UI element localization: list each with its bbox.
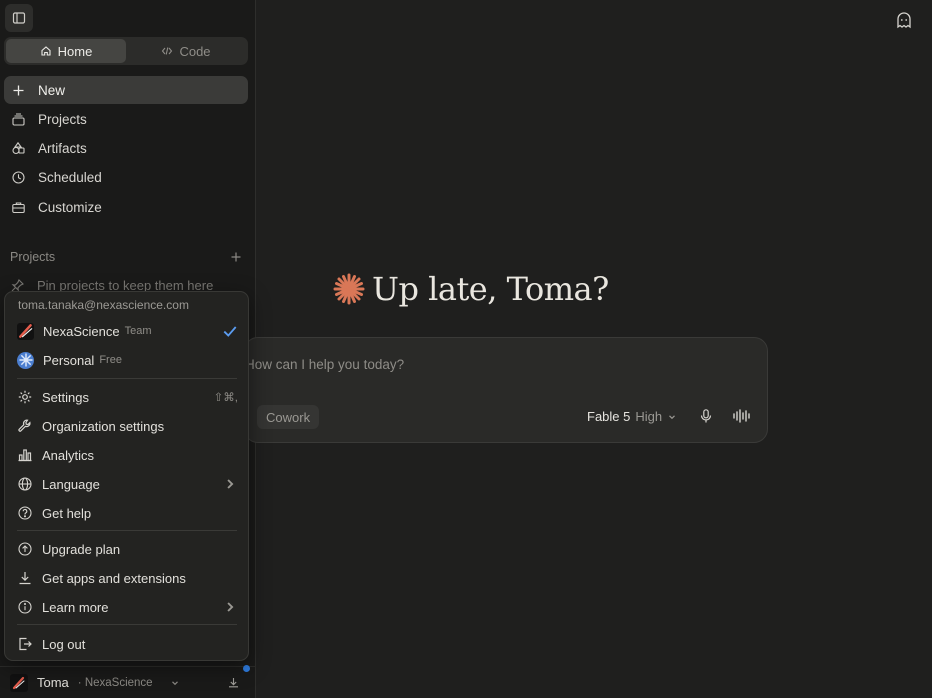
microphone-icon[interactable] [698,408,714,424]
menu-item-organization-settings[interactable]: Organization settings [13,413,242,439]
cowork-button[interactable]: Cowork [257,405,320,429]
menu-item-log-out[interactable]: Log out [13,631,242,657]
account-personal[interactable]: Personal Free [13,347,242,373]
menu-item-upgrade-plan[interactable]: Upgrade plan [13,536,242,562]
menu-item-get-apps[interactable]: Get apps and extensions [13,565,242,591]
sidebar-item-label: Scheduled [38,170,102,186]
sidebar-nav: New Projects Artifacts Scheduled Customi… [4,76,248,222]
tab-code[interactable]: Code [126,39,246,63]
tab-home-label: Home [57,43,93,59]
sidebar-item-label: Artifacts [38,141,87,157]
menu-item-label: Get apps and extensions [42,570,186,586]
nexascience-logo-icon [12,676,25,689]
account-menu: toma.tanaka@nexascience.com NexaScience … [4,291,249,661]
model-selector[interactable]: Fable 5 High [587,409,677,424]
projects-icon [12,113,25,126]
sidebar-item-customize[interactable]: Customize [4,193,248,221]
account-nexascience[interactable]: NexaScience Team [13,318,242,344]
composer: How can I help you today? Cowork Fable 5… [244,337,768,443]
add-project-icon[interactable] [230,251,242,263]
personal-avatar [17,351,34,369]
briefcase-icon [12,202,25,213]
gear-icon [18,390,32,404]
menu-item-label: Get help [42,505,92,521]
menu-divider [17,530,237,531]
artifacts-icon [12,141,25,155]
user-org: · NexaScience [77,676,153,689]
check-icon [223,326,237,337]
chevron-right-icon [227,602,234,612]
sidebar-item-new[interactable]: New [4,76,248,104]
home-code-switch: Home Code [4,37,248,65]
avatar [10,673,28,692]
menu-item-label: Language [42,476,100,492]
menu-item-label: Settings [42,389,89,405]
tab-code-label: Code [179,43,211,59]
nexascience-logo-icon [18,324,32,338]
account-name: NexaScience [43,323,120,339]
sidebar-toggle-button[interactable] [5,4,33,32]
menu-divider [17,378,237,379]
globe-icon [18,477,32,491]
wrench-icon [18,419,31,432]
sidebar-item-projects[interactable]: Projects [4,105,248,133]
menu-item-language[interactable]: Language [13,471,242,497]
menu-item-label: Learn more [42,599,109,615]
log-out-icon [19,637,32,651]
notification-dot [243,665,250,672]
menu-item-learn-more[interactable]: Learn more [13,594,242,620]
account-email: toma.tanaka@nexascience.com [18,298,189,312]
help-icon [18,506,32,520]
bar-chart-icon [18,449,32,462]
org-avatar [17,322,34,340]
account-switcher[interactable]: Toma · NexaScience [0,666,256,698]
chevron-down-icon [669,414,676,419]
personal-avatar-icon [18,353,33,367]
home-icon [41,46,51,56]
menu-item-get-help[interactable]: Get help [13,500,242,526]
upgrade-arrow-icon [18,542,32,556]
tab-home[interactable]: Home [6,39,126,63]
menu-item-label: Analytics [42,447,95,463]
model-name: Fable 5 [587,409,631,424]
code-icon [162,47,173,55]
menu-item-label: Organization settings [42,418,165,434]
sidebar-toggle-icon [12,12,26,24]
voice-mode-icon[interactable] [732,408,752,424]
sidebar-item-label: New [38,82,66,98]
chevron-right-icon [227,479,234,489]
menu-divider [17,624,237,625]
menu-item-settings[interactable]: Settings ⇧⌘, [13,384,242,410]
menu-item-analytics[interactable]: Analytics [13,442,242,468]
clock-icon [12,171,25,184]
sidebar-item-label: Customize [38,199,102,215]
greeting: Up late, Toma? [332,270,609,308]
model-level: High [635,409,663,424]
account-tag: Team [124,325,152,337]
account-tag: Free [99,354,122,366]
chevron-down-icon [171,680,178,685]
menu-item-label: Upgrade plan [42,541,121,557]
menu-item-label: Log out [42,636,86,652]
info-icon [18,600,32,614]
incognito-ghost-icon[interactable] [894,10,914,30]
message-input[interactable]: How can I help you today? [245,357,404,372]
sidebar-item-artifacts[interactable]: Artifacts [4,135,248,163]
plus-icon [13,85,24,95]
account-name: Personal [43,352,95,368]
greeting-text: Up late, Toma? [372,270,609,308]
projects-section-header: Projects [10,250,242,264]
user-name: Toma [37,675,69,690]
sidebar-item-scheduled[interactable]: Scheduled [4,164,248,192]
sidebar-item-label: Projects [38,111,87,127]
spark-logo-icon [333,273,365,305]
download-icon [19,572,31,585]
download-icon[interactable] [227,676,240,689]
settings-shortcut: ⇧⌘, [213,392,238,404]
projects-heading: Projects [10,250,56,264]
